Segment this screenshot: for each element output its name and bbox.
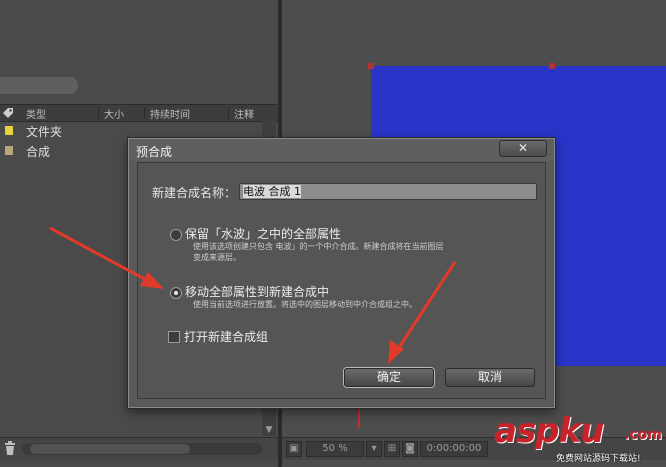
ok-button[interactable]: 确定 [344, 368, 434, 387]
move-attributes-description: 使用当前选项进行放置。将选中的图层移动到中介合成组之中。 [193, 300, 417, 309]
project-panel-footer [0, 437, 278, 460]
dialog-titlebar[interactable]: 预合成 ✕ [129, 139, 554, 161]
column-divider[interactable] [98, 107, 99, 119]
watermark-brand: aspku [494, 411, 604, 451]
column-header-row: 类型 大小 持续时间 注释 [0, 104, 278, 122]
project-item-name: 合成 [26, 145, 51, 159]
open-new-comp-label[interactable]: 打开新建合成组 [184, 328, 268, 345]
dialog-body: 新建合成名称： 电波 合成 1 保留「水波」之中的全部属性 使用该选项创建只包含… [137, 162, 546, 399]
close-button[interactable]: ✕ [499, 140, 547, 157]
zoom-select[interactable]: 50 % [306, 441, 364, 457]
project-search-input[interactable] [0, 77, 78, 94]
label-color-swatch[interactable] [5, 146, 13, 155]
column-divider[interactable] [144, 107, 145, 119]
comp-name-value: 电波 合成 1 [243, 185, 301, 198]
project-item-name: 文件夹 [26, 125, 63, 139]
grid-icon[interactable]: ⊞ [384, 441, 400, 457]
watermark-tld: .com [624, 427, 662, 443]
scroll-down-arrow-icon[interactable]: ▼ [262, 424, 276, 436]
tag-icon[interactable] [2, 107, 14, 119]
camera-icon[interactable]: ◙ [402, 441, 418, 457]
comp-name-label: 新建合成名称： [152, 186, 237, 200]
scrollbar-thumb[interactable] [30, 444, 190, 454]
keep-attributes-label[interactable]: 保留「水波」之中的全部属性 [185, 225, 341, 242]
dialog-title: 预合成 [136, 145, 173, 159]
keep-attributes-description: 使用该选项创建只包含 电波」的一个中介合成。新建合成将在当前图层变成来源层。 [193, 242, 444, 262]
layer-handle[interactable] [549, 63, 555, 69]
site-watermark: aspku .com 免费网站源码下载站! [494, 411, 664, 464]
column-comment[interactable]: 注释 [234, 106, 254, 121]
comp-name-input[interactable]: 电波 合成 1 [239, 183, 537, 200]
open-new-comp-checkbox[interactable] [168, 331, 180, 343]
watermark-slogan: 免费网站源码下载站! [556, 454, 641, 464]
column-type[interactable]: 类型 [26, 106, 46, 121]
timecode-display[interactable]: 0:00:00:00 [420, 441, 488, 457]
project-horizontal-scrollbar[interactable] [22, 443, 262, 455]
move-attributes-radio[interactable] [170, 287, 182, 299]
annotation-marker [358, 406, 360, 428]
precompose-dialog: 预合成 ✕ 新建合成名称： 电波 合成 1 保留「水波」之中的全部属性 使用该选… [128, 138, 555, 408]
trash-icon[interactable] [4, 441, 16, 455]
chevron-down-icon[interactable]: ▾ [366, 441, 382, 457]
column-duration[interactable]: 持续时间 [150, 106, 190, 121]
resolution-icon[interactable]: ▣ [286, 441, 302, 457]
cancel-button[interactable]: 取消 [445, 368, 535, 387]
layer-handle[interactable] [368, 63, 374, 69]
column-size[interactable]: 大小 [104, 106, 124, 121]
label-color-swatch[interactable] [5, 126, 13, 135]
column-divider[interactable] [228, 107, 229, 119]
keep-attributes-radio[interactable] [170, 229, 182, 241]
move-attributes-label[interactable]: 移动全部属性到新建合成中 [185, 283, 329, 300]
